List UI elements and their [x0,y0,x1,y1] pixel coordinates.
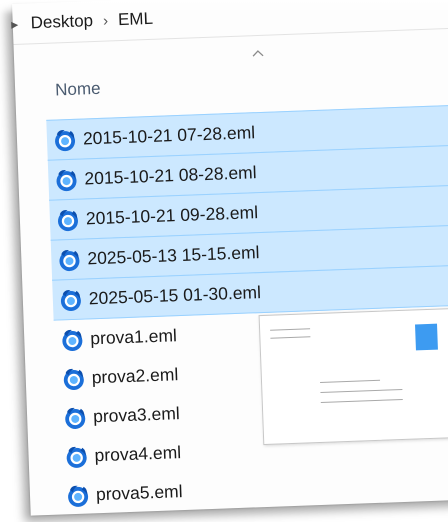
file-name: prova1.eml [89,325,178,349]
thunderbird-eml-icon [62,329,83,351]
file-name: 2015-10-21 09-28.eml [85,202,259,229]
file-explorer-window: ▸ Desktop › EML Nome 2015-10-21 07-28.em… [11,0,448,516]
breadcrumb-desktop[interactable]: Desktop [24,11,99,34]
file-name: 2015-10-21 08-28.eml [84,162,257,189]
file-name: prova4.eml [94,442,182,466]
thunderbird-eml-icon [57,209,78,231]
thunderbird-eml-icon [68,485,89,507]
top-fade [0,0,448,14]
file-name: 2025-05-15 01-30.eml [88,282,262,309]
breadcrumb-arrow-icon[interactable]: ▸ [4,15,25,33]
thunderbird-eml-icon [59,249,80,271]
thunderbird-eml-icon [66,446,87,468]
breadcrumb-separator-icon[interactable]: › [99,12,113,29]
thunderbird-eml-icon [55,129,76,151]
thunderbird-eml-icon [63,368,84,390]
file-name: 2015-10-21 07-28.eml [82,122,256,149]
thunderbird-eml-icon [56,169,77,191]
stamp-shape [415,323,438,351]
screenshot-stage: ▸ Desktop › EML Nome 2015-10-21 07-28.em… [0,0,448,522]
chevron-up-icon [252,50,264,57]
file-name: prova2.eml [91,364,179,388]
file-name: prova3.eml [92,403,181,427]
email-preview-thumbnail [258,308,448,446]
file-name: prova5.eml [95,481,183,505]
thunderbird-eml-icon [60,289,81,311]
file-name: 2025-05-13 15-15.eml [87,242,260,269]
thunderbird-eml-icon [65,407,86,429]
column-header-label: Nome [54,78,101,100]
